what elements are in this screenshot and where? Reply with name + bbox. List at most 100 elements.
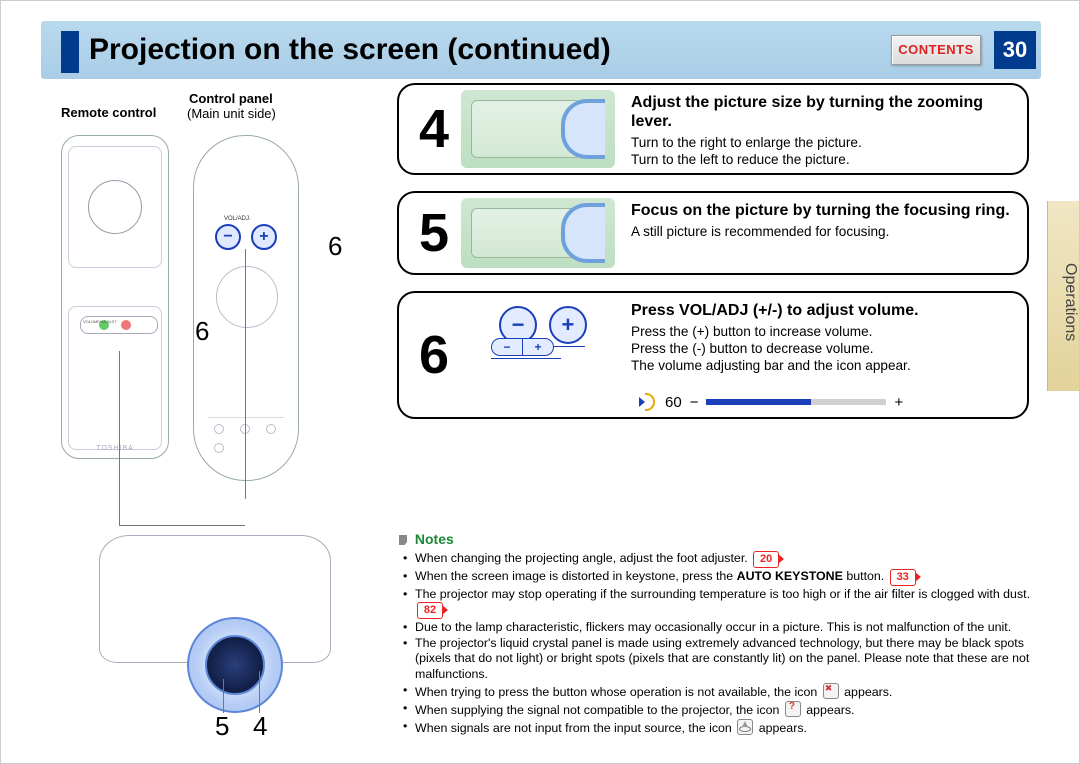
step-6-body: Press VOL/ADJ (+/-) to adjust volume. Pr… <box>625 293 1027 385</box>
step-4-card: 4 Adjust the picture size by turning the… <box>397 83 1029 175</box>
panel-nav-ring <box>216 266 278 328</box>
page-header: Projection on the screen (continued) CON… <box>41 21 1041 79</box>
note-item: When the screen image is distorted in ke… <box>403 569 1039 586</box>
volume-minus-label: − <box>690 394 699 411</box>
note-item: The projector's liquid crystal panel is … <box>403 636 1039 681</box>
panel-led <box>214 424 224 434</box>
note-text: appears. <box>844 685 892 699</box>
note-text: When the screen image is distorted in ke… <box>415 569 737 583</box>
pill-plus: + <box>522 339 553 355</box>
lead-line <box>245 249 246 499</box>
note-item: When changing the projecting angle, adju… <box>403 551 1039 568</box>
note-text: appears. <box>759 721 807 735</box>
step-5-body: Focus on the picture by turning the focu… <box>625 193 1027 251</box>
projector-lens <box>205 635 265 695</box>
panel-led <box>266 424 276 434</box>
step-6-number: 6 <box>407 293 461 417</box>
notes-list: When changing the projecting angle, adju… <box>403 551 1039 736</box>
volume-onscreen-display: 60 − + <box>639 393 903 411</box>
callout-4-zooming-lever: 4 <box>253 711 267 742</box>
vol-pill-pair: − + <box>491 338 554 356</box>
notes-heading: Notes <box>415 531 454 547</box>
lead-line <box>259 671 260 713</box>
step-4-line2: Turn to the left to reduce the picture. <box>631 152 1015 169</box>
step-6-line1: Press the (+) button to increase volume. <box>631 324 1015 341</box>
step-6-illustration: − + − + <box>461 298 615 412</box>
page-ref-82[interactable]: 82 <box>417 602 443 619</box>
note-item: When trying to press the button whose op… <box>403 683 1039 700</box>
callout-6-control-panel: 6 <box>328 231 342 262</box>
remote-control-illustration: VOLUME/ADJUST TOSHIBA <box>61 135 169 459</box>
zoom-lever-icon <box>561 99 605 159</box>
remote-control-label: Remote control <box>61 105 156 120</box>
step-4-illustration <box>461 90 615 168</box>
note-item: When signals are not input from the inpu… <box>403 719 1039 736</box>
panel-vol-minus-icon: − <box>215 224 241 250</box>
step-4-number: 4 <box>407 85 461 173</box>
note-item: The projector may stop operating if the … <box>403 587 1039 619</box>
contents-button[interactable]: CONTENTS <box>891 35 981 65</box>
step-5-number: 5 <box>407 193 461 273</box>
control-panel-sublabel: (Main unit side) <box>187 106 276 121</box>
header-accent <box>61 31 79 73</box>
volume-bar <box>706 399 886 405</box>
step-6-line2: Press the (-) button to decrease volume. <box>631 341 1015 358</box>
page-number: 30 <box>994 31 1036 69</box>
note-text: When signals are not input from the inpu… <box>415 721 735 735</box>
step-5-card: 5 Focus on the picture by turning the fo… <box>397 191 1029 275</box>
no-signal-icon <box>737 719 753 735</box>
callout-6-remote: 6 <box>195 316 209 347</box>
step-5-illustration <box>461 198 615 268</box>
note-text: When trying to press the button whose op… <box>415 685 821 699</box>
control-panel-volume-row: − + <box>212 224 284 244</box>
focus-ring-icon <box>561 203 605 263</box>
step-6-line3: The volume adjusting bar and the icon ap… <box>631 358 1015 375</box>
remote-brand-label: TOSHIBA <box>62 445 168 452</box>
note-text: When changing the projecting angle, adju… <box>415 551 751 565</box>
remote-nav-pad <box>88 180 142 234</box>
note-text: When supplying the signal not compatible… <box>415 703 783 717</box>
unavailable-icon <box>823 683 839 699</box>
note-item: When supplying the signal not compatible… <box>403 701 1039 718</box>
remote-vol-plus-dot <box>121 320 131 330</box>
left-labels: Remote control Control panel (Main unit … <box>53 91 373 131</box>
panel-led <box>214 443 224 453</box>
step-4-body: Adjust the picture size by turning the z… <box>625 85 1027 175</box>
remote-volume-label: VOLUME/ADJUST <box>83 319 117 324</box>
page-ref-20[interactable]: 20 <box>753 551 779 568</box>
volume-pill-buttons: − + <box>491 338 561 359</box>
step-5-title: Focus on the picture by turning the focu… <box>631 201 1015 220</box>
volume-plus-label: + <box>894 394 903 411</box>
panel-vol-plus-icon: + <box>251 224 277 250</box>
note-text: appears. <box>806 703 854 717</box>
step-5-line1: A still picture is recommended for focus… <box>631 224 1015 241</box>
control-panel-label: Control panel <box>189 91 273 106</box>
note-item: Due to the lamp characteristic, flickers… <box>403 620 1039 635</box>
volume-value: 60 <box>665 394 682 411</box>
remote-volume-row: VOLUME/ADJUST <box>80 316 158 334</box>
incompatible-signal-icon <box>785 701 801 717</box>
steps-column: 4 Adjust the picture size by turning the… <box>397 83 1037 435</box>
page-ref-33[interactable]: 33 <box>890 569 916 586</box>
underline <box>491 358 561 359</box>
step-4-title: Adjust the picture size by turning the z… <box>631 93 1015 131</box>
projector-illustration <box>79 499 359 711</box>
section-tab-operations[interactable]: Operations <box>1047 201 1079 391</box>
callout-5-focusing-ring: 5 <box>215 711 229 742</box>
page: Projection on the screen (continued) CON… <box>0 0 1080 764</box>
notes-heading-row: Notes <box>399 531 1039 547</box>
speaker-icon <box>639 393 657 411</box>
page-title: Projection on the screen (continued) <box>89 33 611 67</box>
note-text: button. <box>843 569 888 583</box>
notes-bookmark-icon <box>399 535 407 545</box>
notes-section: Notes When changing the projecting angle… <box>399 531 1039 737</box>
note-text: The projector may stop operating if the … <box>415 587 1030 601</box>
control-panel-voladj-label: VOL/ADJ. <box>224 216 251 222</box>
note-bold: AUTO KEYSTONE <box>737 569 843 583</box>
step-4-line1: Turn to the right to enlarge the picture… <box>631 135 1015 152</box>
volume-bar-fill <box>706 399 810 405</box>
lead-line <box>223 679 224 713</box>
step-6-card: 6 − + − + Press VOL/ADJ (+/-) to adjust … <box>397 291 1029 419</box>
step-6-title: Press VOL/ADJ (+/-) to adjust volume. <box>631 301 1015 320</box>
pill-minus: − <box>492 339 522 355</box>
